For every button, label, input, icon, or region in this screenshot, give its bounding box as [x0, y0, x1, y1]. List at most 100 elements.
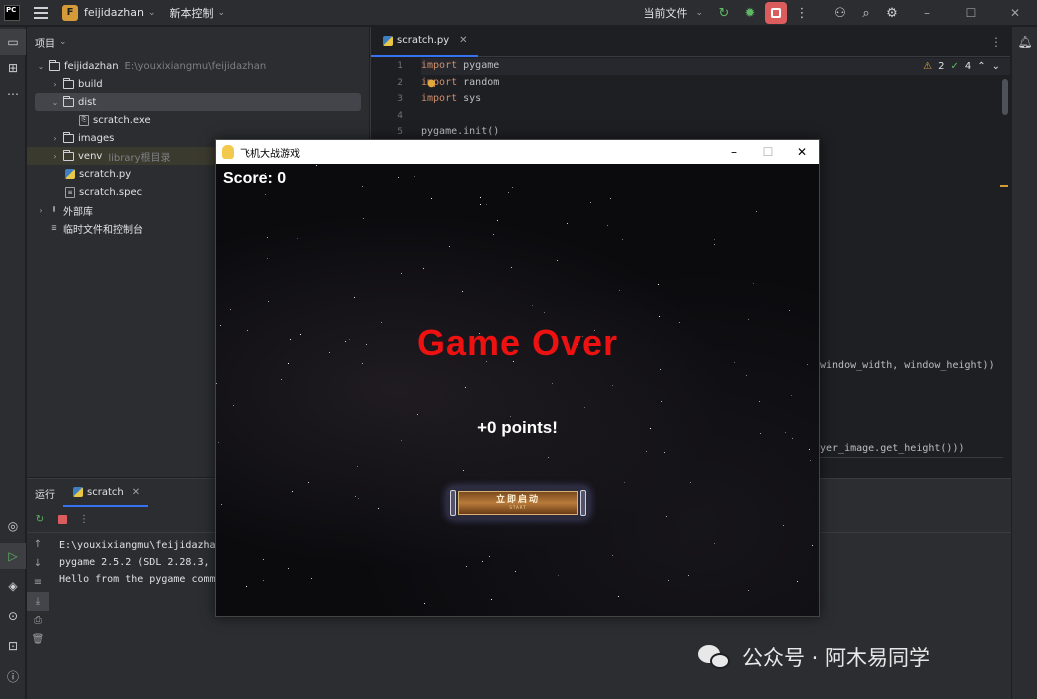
layers-icon[interactable]: ◈ — [0, 573, 26, 599]
background-star — [486, 204, 487, 205]
chevron-right-icon[interactable]: › — [49, 134, 61, 143]
project-name[interactable]: feijidazhan — [84, 6, 144, 19]
background-star — [466, 566, 467, 567]
main-menu-icon[interactable] — [34, 6, 48, 19]
tree-item-label: 外部库 — [63, 206, 93, 218]
tab-run-scratch[interactable]: scratch ✕ — [63, 479, 149, 507]
maximize-button[interactable]: ☐ — [949, 0, 993, 26]
background-star — [714, 543, 715, 544]
tree-item-scratch-exe[interactable]: ⎘ scratch.exe — [27, 111, 369, 129]
tree-item-label: build — [78, 78, 103, 90]
rerun-icon[interactable]: ↻ — [711, 0, 737, 26]
gear-icon[interactable]: ⚙ — [879, 0, 905, 26]
maximize-button[interactable]: ☐ — [751, 140, 785, 164]
chevron-down-icon[interactable]: ⌄ — [49, 98, 61, 107]
chevron-down-icon[interactable]: ⌄ — [35, 62, 47, 71]
print-icon[interactable]: ⎙ — [27, 611, 49, 630]
tree-item-dist[interactable]: ⌄ dist — [35, 93, 361, 111]
inspection-widget[interactable]: ⚠ 2 ✓ 4 ⌃ ⌄ — [923, 61, 1000, 72]
editor-scrollbar[interactable] — [1002, 79, 1008, 115]
python-packages-icon[interactable]: ◎ — [0, 513, 26, 539]
terminal-icon[interactable]: ⊡ — [0, 633, 26, 659]
background-star — [401, 273, 402, 274]
more-tabs-icon[interactable]: ⋮ — [990, 35, 1002, 49]
background-star — [480, 197, 481, 198]
chevron-down-icon[interactable]: ⌄ — [992, 61, 1000, 72]
chevron-down-icon[interactable]: ⌄ — [695, 8, 703, 18]
keyword: import — [421, 60, 458, 71]
library-icon: ⫼ — [52, 206, 56, 213]
background-star — [267, 258, 268, 259]
background-star — [378, 508, 379, 509]
warning-marker[interactable] — [1000, 185, 1008, 187]
scroll-to-end-icon[interactable]: ⤓ — [27, 592, 49, 611]
code-line[interactable]: import sys — [421, 91, 1010, 108]
soft-wrap-icon[interactable]: ≡ — [27, 573, 49, 592]
tree-item-build[interactable]: › build — [27, 75, 369, 93]
game-title-bar[interactable]: 飞机大战游戏 – ☐ ✕ — [216, 140, 819, 164]
close-tab-icon[interactable]: ✕ — [132, 487, 140, 498]
background-star — [590, 202, 591, 203]
trash-icon[interactable]: 🗑︎ — [27, 630, 49, 649]
background-star — [465, 387, 466, 388]
debug-icon[interactable]: ✹ — [737, 0, 763, 26]
background-star — [462, 291, 463, 292]
search-icon[interactable]: ⌕ — [853, 0, 879, 26]
chevron-right-icon[interactable]: › — [49, 152, 61, 161]
background-star — [558, 575, 559, 576]
background-star — [622, 239, 623, 240]
background-star — [508, 192, 509, 193]
add-user-icon[interactable]: ⚇ — [827, 0, 853, 26]
arrow-up-icon[interactable]: ↑ — [27, 535, 49, 554]
run-panel-title: 运行 — [35, 489, 55, 501]
problems-icon[interactable]: ⓘ — [0, 663, 26, 689]
rerun-icon[interactable]: ↻ — [31, 511, 49, 529]
chevron-down-icon[interactable]: ⌄ — [218, 8, 226, 18]
more-actions-icon[interactable]: ⋮ — [789, 0, 815, 26]
code-line[interactable] — [421, 108, 1010, 125]
structure-icon[interactable]: ⊞ — [0, 55, 26, 81]
background-star — [510, 416, 511, 417]
code-area[interactable]: import pygame import random import sys p… — [421, 58, 1010, 141]
close-button[interactable]: ✕ — [785, 140, 819, 164]
tree-root[interactable]: ⌄ feijidazhan E:\youxixiangmu\feijidazha… — [27, 57, 369, 75]
game-canvas[interactable]: Score: 0 Game Over +0 points! 立即启动 START — [216, 164, 819, 616]
background-star — [489, 556, 490, 557]
arrow-down-icon[interactable]: ↓ — [27, 554, 49, 573]
background-star — [688, 575, 689, 576]
minimize-button[interactable]: – — [905, 0, 949, 26]
tree-item-label: 临时文件和控制台 — [63, 224, 143, 236]
line-number-gutter: 1 2 3 4 5 — [371, 58, 417, 141]
run-tool-icon[interactable]: ▷ — [0, 543, 26, 569]
start-button[interactable]: 立即启动 START — [446, 486, 590, 520]
vcs-label[interactable]: 新本控制 — [170, 5, 214, 21]
stop-icon[interactable] — [53, 511, 71, 529]
project-panel-header[interactable]: 项目 ⌄ — [27, 27, 369, 57]
run-config-selector[interactable]: 当前文件 — [643, 5, 687, 21]
project-folder-icon[interactable]: ▭ — [0, 29, 26, 55]
tree-item-label: images — [78, 132, 115, 144]
lightbulb-icon[interactable]: ● — [427, 78, 436, 89]
code-line[interactable]: import random — [421, 75, 1010, 92]
chevron-down-icon[interactable]: ⌄ — [148, 8, 156, 18]
close-button[interactable]: ✕ — [993, 0, 1037, 26]
project-badge[interactable]: F — [62, 4, 78, 21]
chevron-down-icon[interactable]: ⌄ — [59, 37, 67, 47]
notifications-icon[interactable]: 🔔︎ — [1012, 29, 1037, 55]
more-tools-icon[interactable]: ⋯ — [0, 81, 26, 107]
more-actions-icon[interactable]: ⋮ — [75, 511, 93, 529]
stop-button[interactable] — [765, 2, 787, 24]
minimize-button[interactable]: – — [717, 140, 751, 164]
background-star — [714, 239, 715, 240]
background-star — [288, 568, 289, 569]
background-star — [216, 383, 217, 384]
chevron-right-icon[interactable]: › — [49, 80, 61, 89]
close-tab-icon[interactable]: ✕ — [459, 35, 467, 46]
code-line[interactable]: import pygame — [421, 58, 1010, 75]
background-star — [268, 301, 269, 302]
background-star — [532, 305, 533, 306]
chevron-up-icon[interactable]: ⌃ — [977, 61, 985, 72]
tab-scratch-py[interactable]: scratch.py ✕ — [371, 27, 478, 57]
services-icon[interactable]: ⊙ — [0, 603, 26, 629]
chevron-right-icon[interactable]: › — [35, 206, 47, 215]
